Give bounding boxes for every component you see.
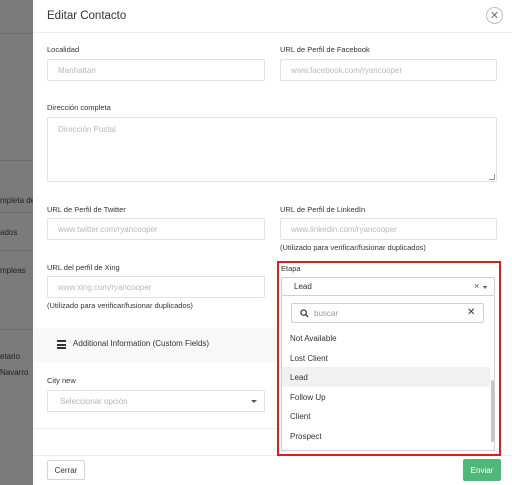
stage-search-box: ✕ (291, 303, 484, 323)
city-new-select[interactable]: Seleccionar opción (47, 390, 265, 412)
background-text: mpleta de (0, 196, 33, 205)
submit-button[interactable]: Enviar (463, 459, 501, 481)
background-divider (0, 33, 34, 34)
close-icon: ✕ (489, 10, 500, 22)
xing-hint: (Utilizado para verificar/fusionar dupli… (47, 301, 193, 310)
stage-search-input[interactable] (314, 307, 454, 319)
city-new-placeholder: Seleccionar opción (60, 396, 128, 406)
background-text: ados (0, 228, 18, 237)
twitter-label: URL de Perfil de Twitter (47, 205, 126, 214)
stage-option-follow-up[interactable]: Follow Up (282, 387, 490, 407)
stage-selected-value: Lead (294, 282, 312, 291)
xing-label: URL del perfil de Xing (47, 263, 120, 272)
linkedin-label: URL de Perfil de LinkedIn (280, 205, 366, 214)
dropdown-scrollbar[interactable] (491, 380, 494, 442)
localidad-input[interactable] (47, 59, 265, 81)
linkedin-hint: (Utilizado para verificar/fusionar dupli… (280, 243, 426, 252)
chevron-down-icon[interactable] (483, 286, 487, 289)
background-divider (0, 250, 34, 251)
stage-clear-icon[interactable]: × (474, 281, 479, 291)
stage-label: Etapa (281, 264, 301, 273)
facebook-label: URL de Perfil de Facebook (280, 45, 370, 54)
twitter-url-input[interactable] (47, 218, 265, 240)
background-divider (0, 212, 34, 213)
section-divider (33, 428, 279, 429)
search-clear-icon[interactable]: ✕ (467, 307, 475, 318)
header-divider (33, 32, 512, 33)
stage-option-prospect[interactable]: Prospect (282, 426, 490, 446)
background-divider (0, 329, 34, 330)
city-new-label: City new (47, 376, 76, 385)
search-icon (300, 309, 309, 318)
localidad-label: Localidad (47, 45, 80, 54)
background-text: mpleas (0, 266, 26, 275)
stage-dropdown: ✕ Not Available Lost Client Lead Follow … (281, 296, 495, 451)
xing-url-input[interactable] (47, 276, 265, 298)
close-modal-button[interactable]: ✕ (486, 7, 503, 24)
list-icon (57, 340, 66, 349)
facebook-url-input[interactable] (280, 59, 497, 81)
background-text: Navarro (0, 368, 29, 377)
stage-option-client[interactable]: Client (282, 406, 490, 426)
textarea-resize-handle[interactable] (489, 174, 495, 180)
custom-fields-header[interactable]: Additional Information (Custom Fields) (33, 328, 279, 362)
stage-option-lost-client[interactable]: Lost Client (282, 348, 490, 368)
modal-title: Editar Contacto (47, 10, 127, 22)
background-text: etario (0, 352, 21, 361)
linkedin-url-input[interactable] (280, 218, 497, 240)
chevron-down-icon (251, 400, 257, 403)
stage-option-not-available[interactable]: Not Available (282, 328, 490, 348)
background-divider (0, 160, 34, 161)
address-label: Dirección completa (47, 103, 111, 112)
stage-option-lead[interactable]: Lead (282, 367, 490, 387)
address-textarea[interactable] (47, 117, 497, 182)
stage-select[interactable]: Lead (281, 277, 495, 296)
cancel-button[interactable]: Cerrar (47, 460, 85, 480)
custom-fields-title: Additional Information (Custom Fields) (73, 339, 210, 348)
